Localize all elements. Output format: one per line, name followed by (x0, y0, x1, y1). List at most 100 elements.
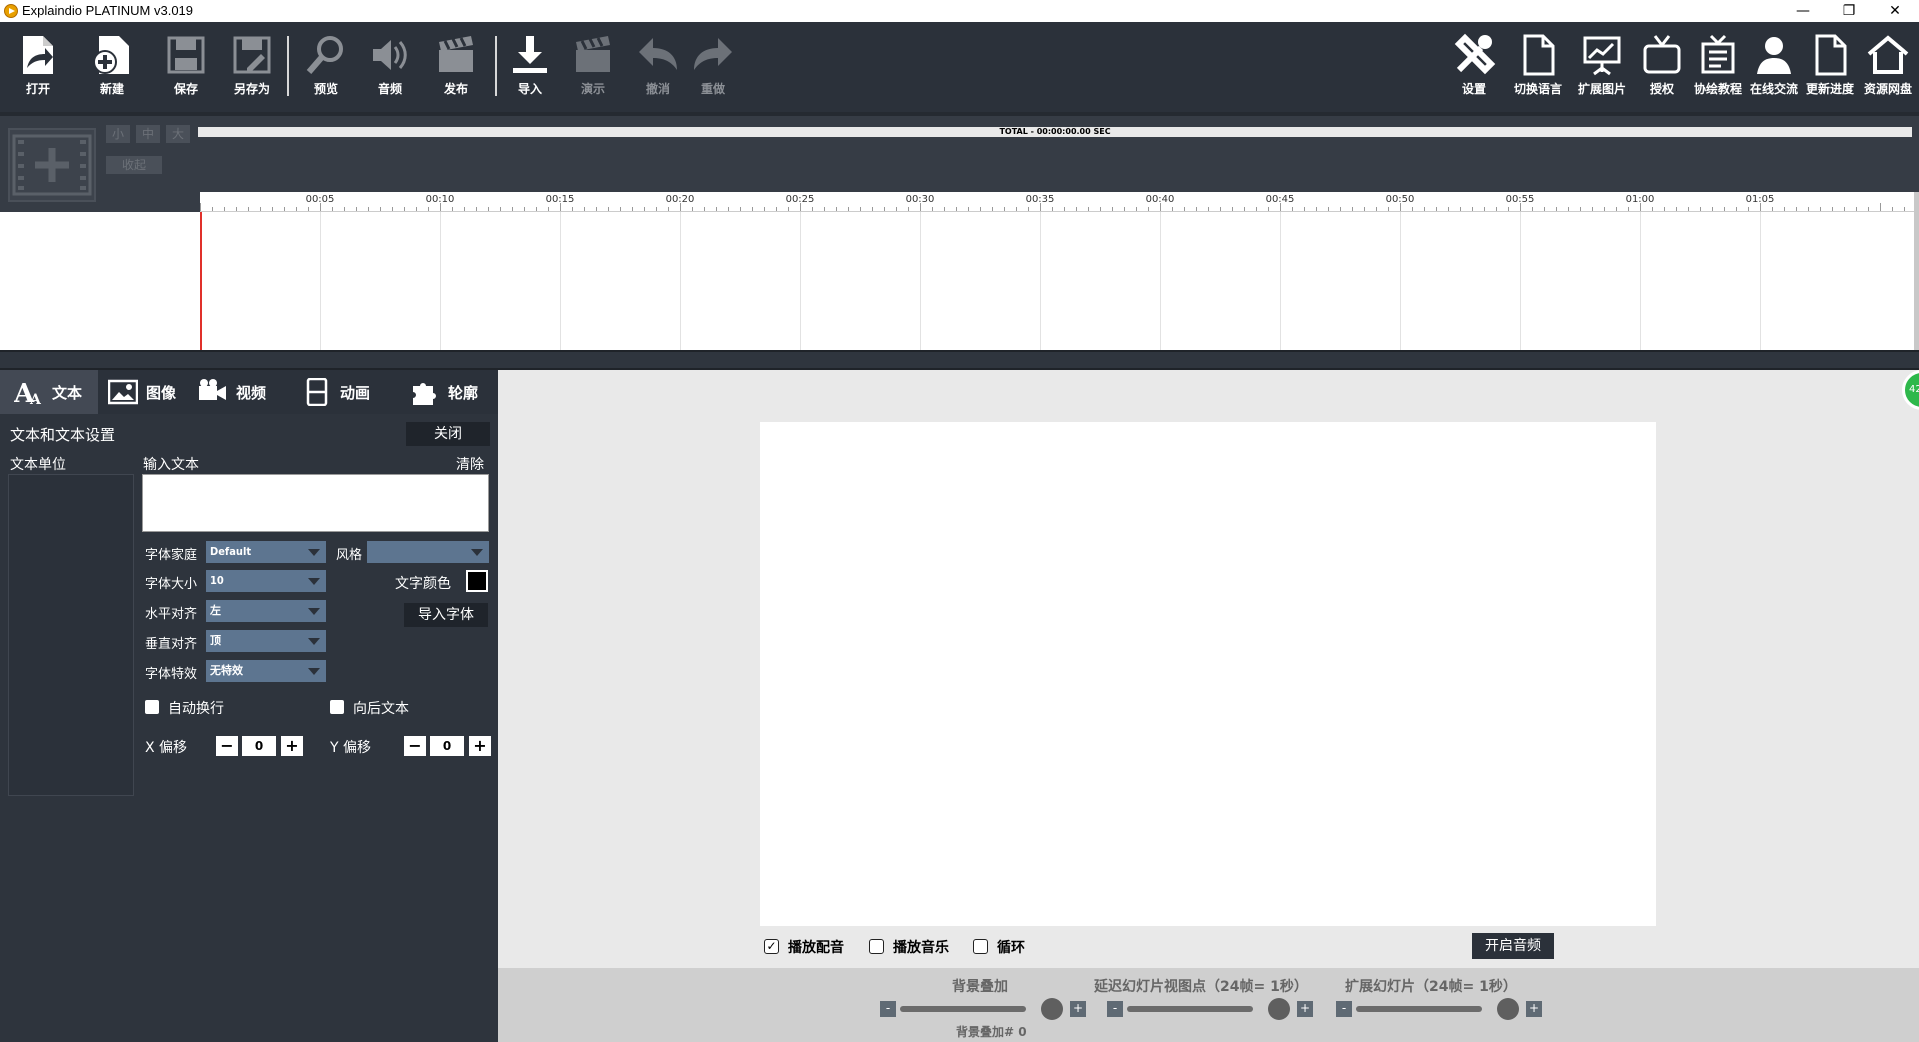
canvas-stage[interactable] (760, 422, 1656, 926)
ruler-tick (1184, 207, 1185, 211)
collapse-button[interactable]: 收起 (106, 156, 162, 174)
import-font-button[interactable]: 导入字体 (404, 603, 488, 627)
y-offset-input[interactable]: 0 (430, 736, 464, 756)
h-align-label: 水平对齐 (145, 607, 198, 622)
font-size-select[interactable]: 10 (206, 570, 326, 592)
size-large-button[interactable]: 大 (166, 125, 190, 143)
ruler-tick (1304, 207, 1305, 211)
publish-label: 发布 (443, 82, 468, 96)
extend-increment[interactable]: + (1526, 1001, 1542, 1017)
new-button[interactable]: 新建 (82, 32, 142, 108)
ruler-tick (500, 207, 501, 211)
audio-button[interactable]: 音频 (360, 32, 420, 108)
timeline-track[interactable] (0, 212, 1914, 350)
x-offset-input[interactable]: 0 (242, 736, 276, 756)
ruler-tick (1460, 207, 1461, 211)
close-panel-button[interactable]: 关闭 (406, 422, 490, 446)
play-music-checkbox[interactable] (869, 939, 884, 954)
demo-button[interactable]: 演示 (563, 32, 623, 108)
tab-animation[interactable]: 动画 (302, 370, 370, 414)
document-icon (1523, 34, 1555, 76)
ruler-tick (884, 207, 885, 211)
ruler-tick (308, 207, 309, 211)
ruler-tick (1544, 207, 1545, 211)
ruler-tick (608, 207, 609, 211)
redo-button[interactable]: 重做 (683, 32, 743, 108)
h-align-select[interactable]: 左 (206, 600, 326, 622)
extend-slider[interactable] (1356, 1006, 1482, 1012)
preview-button[interactable]: 预览 (296, 32, 356, 108)
font-family-select[interactable]: Default (206, 541, 326, 563)
bg-overlay-decrement[interactable]: - (880, 1001, 896, 1017)
ruler-tick (1436, 207, 1437, 211)
size-medium-button[interactable]: 中 (136, 125, 160, 143)
save-as-button[interactable]: 另存为 (222, 32, 282, 108)
bg-overlay-knob[interactable] (1041, 998, 1063, 1020)
text-color-swatch[interactable] (466, 570, 488, 592)
delay-increment[interactable]: + (1297, 1001, 1313, 1017)
rtl-text-checkbox[interactable] (330, 700, 344, 714)
ruler-tick (236, 207, 237, 211)
delay-decrement[interactable]: - (1107, 1001, 1123, 1017)
v-align-select[interactable]: 顶 (206, 630, 326, 652)
close-window-button[interactable]: ✕ (1872, 0, 1918, 22)
ruler-tick (332, 207, 333, 211)
tab-text[interactable]: AA 文本 (0, 370, 98, 414)
play-voice-checkbox[interactable]: ✓ (764, 939, 779, 954)
y-offset-increment[interactable]: + (469, 736, 491, 756)
resource-drive-button[interactable]: 资源网盘 (1858, 32, 1918, 108)
extend-decrement[interactable]: - (1336, 1001, 1352, 1017)
open-button[interactable]: 打开 (8, 32, 68, 108)
add-slide-button[interactable] (8, 128, 96, 202)
ruler-tick (476, 207, 477, 211)
switch-language-button[interactable]: 切换语言 (1508, 32, 1568, 108)
publish-button[interactable]: 发布 (426, 32, 486, 108)
bg-overlay-increment[interactable]: + (1070, 1001, 1086, 1017)
extended-images-button[interactable]: 扩展图片 (1572, 32, 1632, 108)
ruler-tick (560, 203, 561, 211)
undo-button[interactable]: 撤消 (628, 32, 688, 108)
text-units-list[interactable] (8, 474, 134, 796)
timeline-scrollbar[interactable] (1914, 192, 1919, 350)
tools-icon (1454, 33, 1496, 75)
extend-knob[interactable] (1497, 998, 1519, 1020)
image-icon (108, 379, 138, 405)
ruler-tick (1508, 207, 1509, 211)
save-button[interactable]: 保存 (156, 32, 216, 108)
tab-outline[interactable]: 轮廓 (410, 370, 478, 414)
size-small-button[interactable]: 小 (106, 125, 130, 143)
loop-checkbox[interactable] (973, 939, 988, 954)
tab-image[interactable]: 图像 (108, 370, 176, 414)
auto-wrap-checkbox[interactable] (145, 700, 159, 714)
bg-overlay-slider[interactable] (900, 1006, 1026, 1012)
license-button[interactable]: 授权 (1632, 32, 1692, 108)
online-chat-button[interactable]: 在线交流 (1744, 32, 1804, 108)
ruler-tick (524, 207, 525, 211)
tab-animation-label: 动画 (340, 383, 371, 402)
clear-text-button[interactable]: 清除 (456, 454, 484, 474)
style-select[interactable] (367, 541, 489, 563)
ruler-tick (1292, 207, 1293, 211)
x-offset-decrement[interactable]: − (216, 736, 238, 756)
restore-button[interactable]: ❐ (1826, 0, 1872, 22)
text-input[interactable] (142, 474, 489, 532)
effect-select[interactable]: 无特效 (206, 660, 326, 682)
x-offset-increment[interactable]: + (281, 736, 303, 756)
delay-knob[interactable] (1268, 998, 1290, 1020)
playhead[interactable] (200, 212, 202, 350)
settings-label: 设置 (1461, 82, 1486, 96)
import-button[interactable]: 导入 (500, 32, 560, 108)
tutorials-button[interactable]: 协绘教程 (1688, 32, 1748, 108)
minimize-button[interactable]: — (1780, 0, 1826, 22)
open-audio-button[interactable]: 开启音频 (1472, 933, 1554, 959)
timeline-ruler[interactable]: 00:05 00:10 00:15 00:20 00:25 00:30 00:35 00:40… (200, 192, 1914, 212)
ruler-tick (920, 203, 921, 211)
tab-video[interactable]: 视频 (198, 370, 266, 414)
timeline-grid-line (1760, 212, 1761, 350)
panel-divider[interactable] (0, 350, 1919, 370)
save-label: 保存 (173, 82, 198, 96)
y-offset-decrement[interactable]: − (404, 736, 426, 756)
delay-slider[interactable] (1127, 1006, 1253, 1012)
update-progress-button[interactable]: 更新进度 (1800, 32, 1860, 108)
settings-button[interactable]: 设置 (1444, 32, 1504, 108)
